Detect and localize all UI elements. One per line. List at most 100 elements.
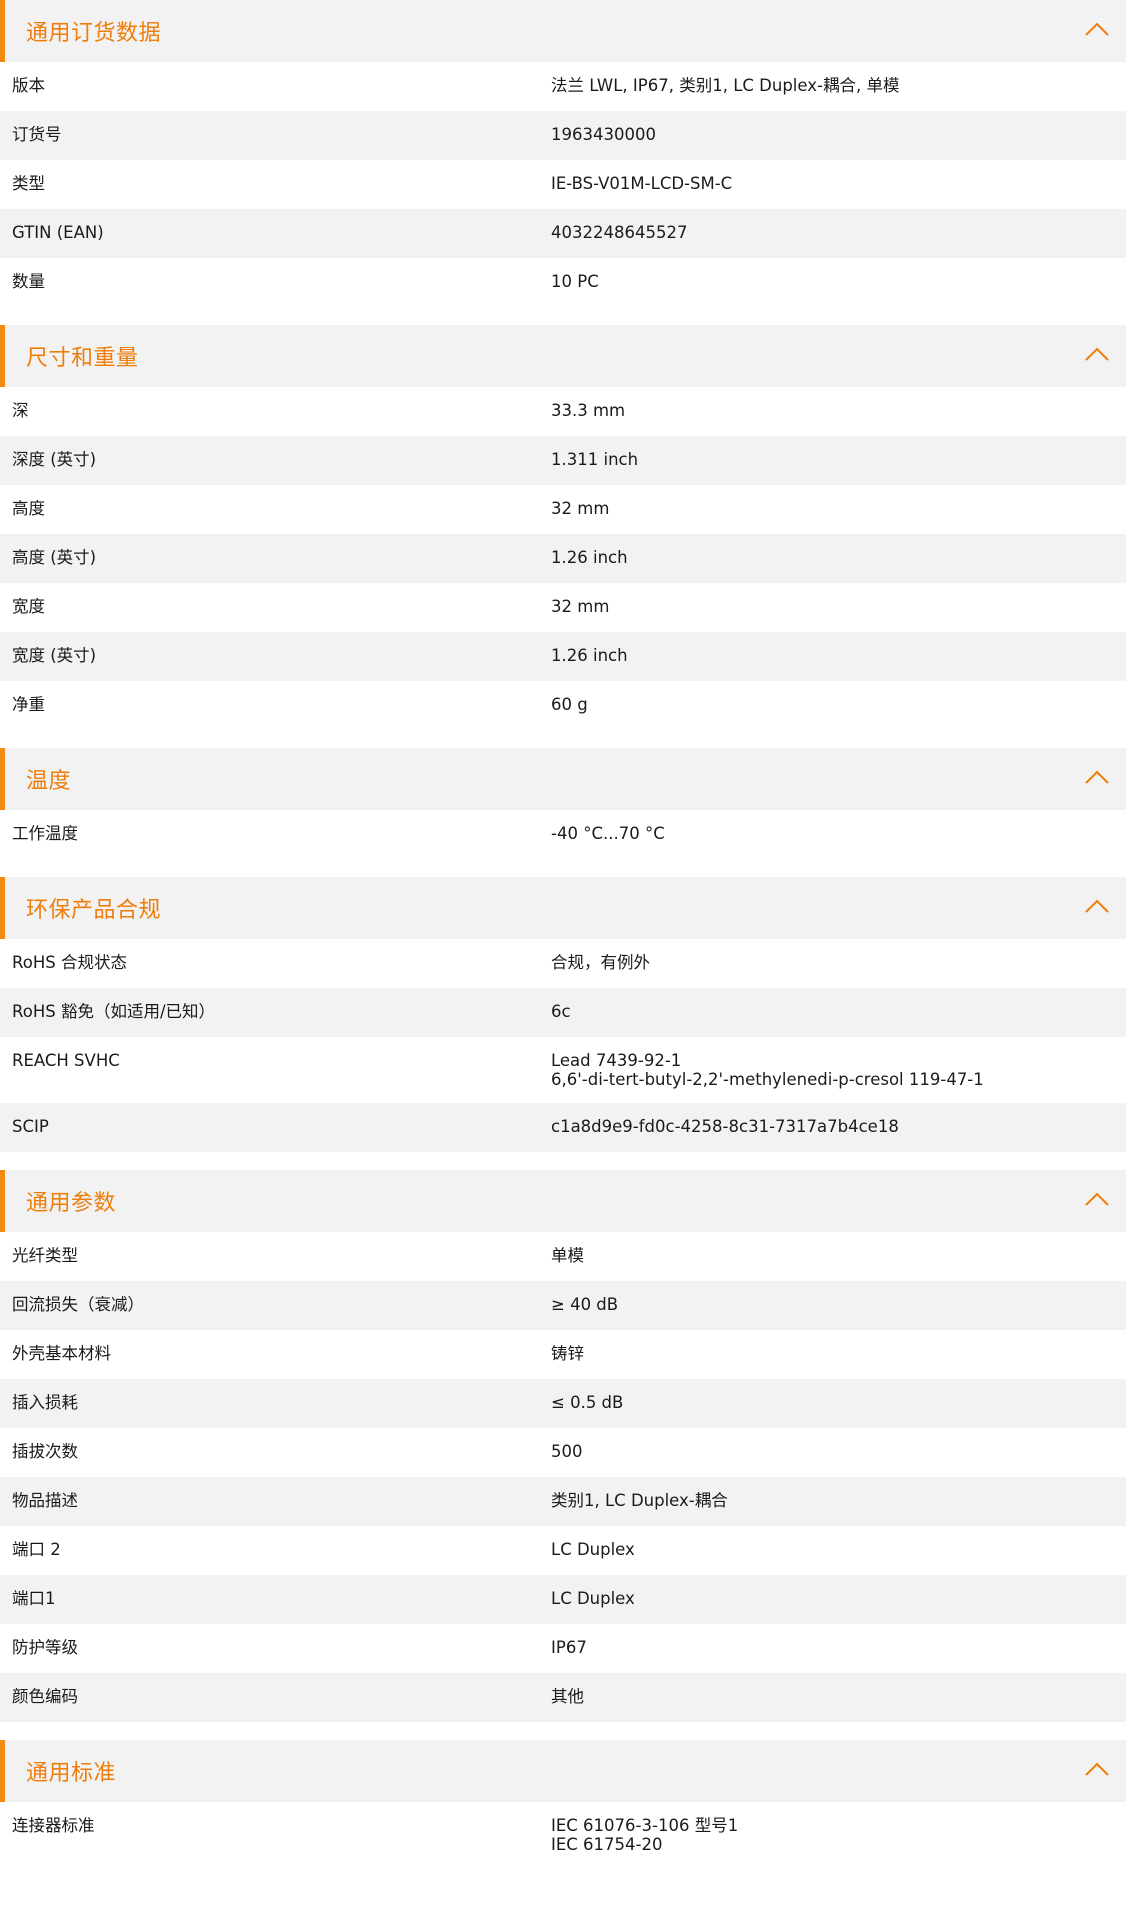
- spec-value: 1.26 inch: [539, 534, 1126, 583]
- spec-label: 宽度: [12, 597, 45, 616]
- spec-value-line: 合规，有例外: [551, 953, 650, 972]
- spec-value-line: Lead 7439-92-1: [551, 1051, 682, 1070]
- section-title: 环保产品合规: [26, 898, 162, 923]
- spec-row: 光纤类型 单模: [0, 1232, 1126, 1281]
- spec-value-line: 33.3 mm: [551, 401, 626, 420]
- spec-value-line: c1a8d9e9-fd0c-4258-8c31-7317a7b4ce18: [551, 1117, 899, 1136]
- spec-row: 数量 10 PC: [0, 258, 1126, 307]
- spec-value-line: 500: [551, 1442, 583, 1461]
- spec-row: 高度 32 mm: [0, 485, 1126, 534]
- spec-value: 1.26 inch: [539, 632, 1126, 681]
- spec-label: 插入损耗: [12, 1393, 78, 1412]
- section-header[interactable]: 尺寸和重量: [0, 325, 1126, 387]
- spec-label: 类型: [12, 174, 45, 193]
- spec-section: 温度工作温度 -40 °C...70 °C: [0, 748, 1126, 859]
- spec-row: 插入损耗 ≤ 0.5 dB: [0, 1379, 1126, 1428]
- section-title: 通用标准: [26, 1761, 117, 1786]
- spec-row: 类型 IE-BS-V01M-LCD-SM-C: [0, 160, 1126, 209]
- spec-label: 净重: [12, 695, 45, 714]
- spec-value: ≤ 0.5 dB: [539, 1379, 1126, 1428]
- spec-value-line: 1.26 inch: [551, 548, 628, 567]
- section-header[interactable]: 环保产品合规: [0, 877, 1126, 939]
- spec-value-line: 法兰 LWL, IP67, 类别1, LC Duplex-耦合, 单模: [551, 76, 900, 95]
- spec-row: RoHS 合规状态 合规，有例外: [0, 939, 1126, 988]
- spec-row: REACH SVHC Lead 7439-92-1 6,6'-di-tert-but…: [0, 1037, 1126, 1103]
- spec-value-line: 6c: [551, 1002, 571, 1021]
- spec-section: 环保产品合规 RoHS 合规状态 合规，有例外 RoHS 豁免（如适用/已知） 6c RE…: [0, 877, 1126, 1152]
- spec-label: 端口1: [12, 1589, 56, 1608]
- section-header[interactable]: 通用参数: [0, 1170, 1126, 1232]
- spec-value-line: 10 PC: [551, 272, 599, 291]
- spec-value-line: 6,6'-di-tert-butyl-2,2'-methylenedi-p-cr…: [551, 1070, 984, 1089]
- spec-value-line: 1.26 inch: [551, 646, 628, 665]
- spec-row: 净重 60 g: [0, 681, 1126, 730]
- spec-value: 33.3 mm: [539, 387, 1126, 436]
- spec-value: -40 °C...70 °C: [539, 810, 1126, 859]
- spec-value-line: ≥ 40 dB: [551, 1295, 619, 1314]
- spec-section: 通用参数光纤类型 单模回流损失（衰减） ≥ 40 dB 外壳基本材料 铸锌插入损耗 ≤ 0…: [0, 1170, 1126, 1722]
- spec-label: 插拔次数: [12, 1442, 78, 1461]
- spec-label: 深: [12, 401, 29, 420]
- spec-label: 深度 (英寸): [12, 450, 97, 469]
- spec-value: 其他: [539, 1673, 1126, 1722]
- spec-label: 订货号: [12, 125, 62, 144]
- spec-row: 外壳基本材料 铸锌: [0, 1330, 1126, 1379]
- spec-value: IE-BS-V01M-LCD-SM-C: [539, 160, 1126, 209]
- spec-label: 端口 2: [12, 1540, 61, 1559]
- section-title: 通用订货数据: [26, 21, 162, 46]
- section-header[interactable]: 温度: [0, 748, 1126, 810]
- spec-value: 60 g: [539, 681, 1126, 730]
- spec-row: 宽度 32 mm: [0, 583, 1126, 632]
- spec-label: 高度: [12, 499, 45, 518]
- spec-value: 铸锌: [539, 1330, 1126, 1379]
- section-header[interactable]: 通用标准: [0, 1740, 1126, 1802]
- spec-label: 颜色编码: [12, 1687, 78, 1706]
- spec-label: 连接器标准: [12, 1816, 95, 1835]
- spec-row: 工作温度 -40 °C...70 °C: [0, 810, 1126, 859]
- spec-row: GTIN (EAN) 4032248645527: [0, 209, 1126, 258]
- spec-value: 500: [539, 1428, 1126, 1477]
- spec-label: 版本: [12, 76, 45, 95]
- chevron-up-icon[interactable]: [1084, 19, 1110, 39]
- chevron-up-icon[interactable]: [1084, 344, 1110, 364]
- spec-value: 6c: [539, 988, 1126, 1037]
- spec-value-line: LC Duplex: [551, 1589, 635, 1608]
- spec-value: c1a8d9e9-fd0c-4258-8c31-7317a7b4ce18: [539, 1103, 1126, 1152]
- chevron-up-icon[interactable]: [1084, 896, 1110, 916]
- spec-value-line: 32 mm: [551, 499, 610, 518]
- spec-value: 1963430000: [539, 111, 1126, 160]
- spec-value: IEC 61076-3-106 型号1 IEC 61754-20: [539, 1802, 1126, 1868]
- spec-row: 回流损失（衰减） ≥ 40 dB: [0, 1281, 1126, 1330]
- spec-value: 10 PC: [539, 258, 1126, 307]
- spec-value-line: LC Duplex: [551, 1540, 635, 1559]
- chevron-up-icon[interactable]: [1084, 1759, 1110, 1779]
- spec-label: 数量: [12, 272, 45, 291]
- spec-label: 宽度 (英寸): [12, 646, 97, 665]
- spec-section: 通用标准连接器标准 IEC 61076-3-106 型号1 IEC 61754-20: [0, 1740, 1126, 1868]
- spec-value: LC Duplex: [539, 1575, 1126, 1624]
- spec-label: 光纤类型: [12, 1246, 78, 1265]
- spec-row: 宽度 (英寸) 1.26 inch: [0, 632, 1126, 681]
- spec-row: 颜色编码 其他: [0, 1673, 1126, 1722]
- spec-row: RoHS 豁免（如适用/已知） 6c: [0, 988, 1126, 1037]
- section-title: 温度: [26, 769, 72, 794]
- spec-value-line: 单模: [551, 1246, 584, 1265]
- spec-value: 1.311 inch: [539, 436, 1126, 485]
- spec-label: 回流损失（衰减）: [12, 1295, 144, 1314]
- spec-row: 物品描述 类别1, LC Duplex-耦合: [0, 1477, 1126, 1526]
- spec-row: 端口1 LC Duplex: [0, 1575, 1126, 1624]
- spec-section: 通用订货数据版本 法兰 LWL, IP67, 类别1, LC Duplex-耦合,…: [0, 0, 1126, 307]
- spec-row: SCIP c1a8d9e9-fd0c-4258-8c31-7317a7b4ce18: [0, 1103, 1126, 1152]
- section-header[interactable]: 通用订货数据: [0, 0, 1126, 62]
- spec-value-line: IEC 61754-20: [551, 1835, 663, 1854]
- spec-value-line: 32 mm: [551, 597, 610, 616]
- spec-value-line: IE-BS-V01M-LCD-SM-C: [551, 174, 733, 193]
- spec-row: 版本 法兰 LWL, IP67, 类别1, LC Duplex-耦合, 单模: [0, 62, 1126, 111]
- spec-label: 工作温度: [12, 824, 78, 843]
- spec-row: 深度 (英寸) 1.311 inch: [0, 436, 1126, 485]
- chevron-up-icon[interactable]: [1084, 767, 1110, 787]
- spec-value-line: 其他: [551, 1687, 584, 1706]
- spec-section: 尺寸和重量深 33.3 mm 深度 (英寸) 1.311 inch 高度 32 mm 高度 …: [0, 325, 1126, 730]
- chevron-up-icon[interactable]: [1084, 1189, 1110, 1209]
- spec-value-line: IP67: [551, 1638, 587, 1657]
